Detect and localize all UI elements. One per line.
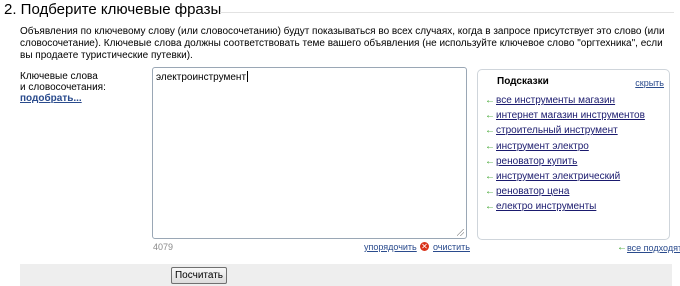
title-divider	[220, 12, 674, 13]
hints-panel: Подсказки скрыть ← все инструменты магази…	[477, 69, 670, 240]
arrow-left-icon: ←	[485, 186, 495, 198]
hint-item[interactable]: ← инструмент электро	[485, 139, 645, 154]
section-description: Объявления по ключевому слову (или слово…	[20, 26, 665, 61]
hint-text[interactable]: инструмент электрический	[496, 171, 620, 182]
arrow-left-icon: ←	[485, 171, 495, 183]
text-caret	[247, 71, 249, 82]
footer-bar	[20, 264, 672, 286]
pick-keywords-link[interactable]: подобрать...	[20, 93, 140, 104]
arrow-left-icon: ←	[617, 242, 627, 253]
keywords-counter: 4079	[153, 242, 174, 252]
hint-text[interactable]: инструмент электро	[496, 141, 589, 152]
hint-text[interactable]: реноватор цена	[496, 186, 569, 197]
hide-hints-link[interactable]: скрыть	[635, 78, 664, 88]
sort-keywords-link[interactable]: упорядочить	[364, 242, 417, 252]
add-all-hints-link[interactable]: все подходят	[627, 243, 680, 253]
arrow-left-icon: ←	[485, 95, 495, 107]
keywords-textarea-value: электроинструмент	[156, 72, 247, 83]
keywords-label-line2: и словосочетания:	[20, 82, 106, 93]
arrow-left-icon: ←	[485, 140, 495, 152]
calculate-button[interactable]: Посчитать	[171, 267, 227, 284]
arrow-left-icon: ←	[485, 110, 495, 122]
clear-keywords-link[interactable]: очистить	[433, 242, 470, 252]
keywords-label-line1: Ключевые слова	[20, 71, 98, 82]
hint-item[interactable]: ← реноватор купить	[485, 154, 645, 169]
resize-grip-icon[interactable]	[457, 229, 464, 236]
arrow-left-icon: ←	[485, 125, 495, 137]
hint-text[interactable]: строительный инструмент	[496, 125, 618, 136]
hint-item[interactable]: ← строительный инструмент	[485, 123, 645, 138]
hint-text[interactable]: реноватор купить	[496, 156, 577, 167]
section-title: 2. Подберите ключевые фразы	[4, 1, 222, 18]
hints-title: Подсказки	[497, 76, 549, 87]
hint-text[interactable]: интернет магазин инструментов	[496, 110, 645, 121]
hint-item[interactable]: ← все инструменты магазин	[485, 93, 645, 108]
arrow-left-icon: ←	[485, 201, 495, 213]
hint-item[interactable]: ← инструмент электрический	[485, 169, 645, 184]
hint-text[interactable]: все инструменты магазин	[496, 95, 615, 106]
arrow-left-icon: ←	[485, 155, 495, 167]
hint-item[interactable]: ← електро инструменты	[485, 199, 645, 214]
clear-icon[interactable]: ✕	[420, 242, 429, 251]
hint-item[interactable]: ← реноватор цена	[485, 184, 645, 199]
keywords-textarea[interactable]: электроинструмент	[152, 67, 467, 239]
hints-list: ← все инструменты магазин ← интернет магаз…	[485, 93, 645, 215]
keywords-label: Ключевые слова и словосочетания: подобра…	[20, 71, 140, 104]
hint-text[interactable]: електро инструменты	[496, 201, 596, 212]
hint-item[interactable]: ← интернет магазин инструментов	[485, 108, 645, 123]
